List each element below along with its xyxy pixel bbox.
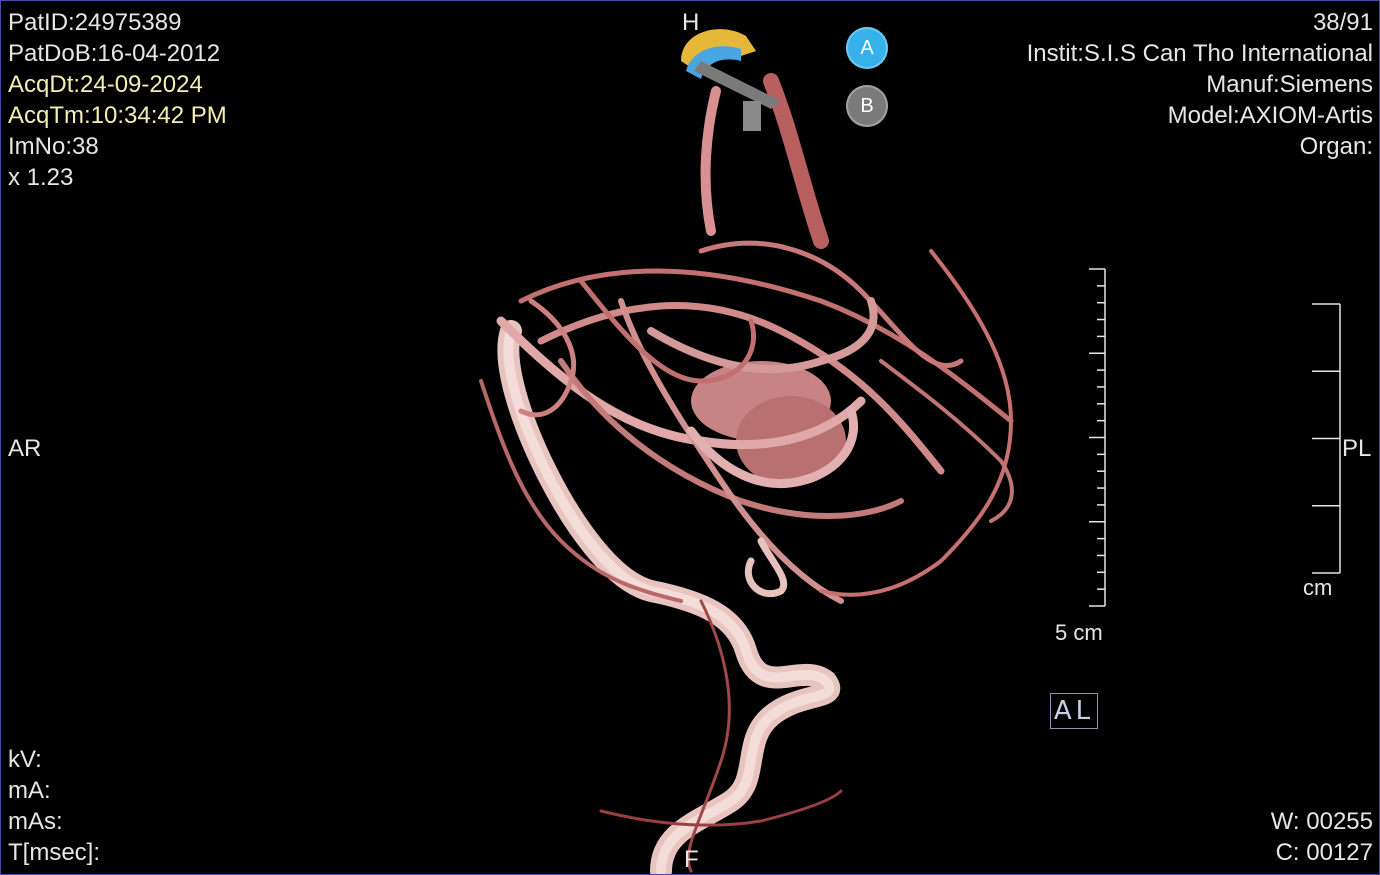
orientation-left-label: AR — [8, 435, 42, 462]
device-info: 38/91 Instit:S.I.S Can Tho International… — [1027, 7, 1373, 162]
window-width: W: 00255 — [1270, 808, 1373, 835]
patient-info: PatID:24975389 PatDoB:16-04-2012 AcqDt:2… — [8, 7, 227, 193]
manufacturer: Manuf:Siemens — [1206, 71, 1373, 98]
orientation-bottom-label: F — [684, 846, 699, 873]
patient-id: PatID:24975389 — [8, 9, 182, 36]
frame-counter: 38/91 — [1312, 9, 1373, 36]
time-value: T[msec]: — [8, 839, 101, 866]
institution: Instit:S.I.S Can Tho International — [1026, 40, 1373, 67]
zoom-factor: x 1.23 — [8, 164, 74, 191]
marker-a-button[interactable]: A — [846, 27, 888, 69]
scale-bar-cm — [1312, 303, 1341, 574]
acquisition-date: AcqDt:24-09-2024 — [8, 71, 203, 98]
acquisition-time: AcqTm:10:34:42 PM — [8, 102, 227, 129]
orientation-right-label: PL — [1342, 435, 1372, 462]
ma-value: mA: — [8, 777, 51, 804]
marker-b-button[interactable]: B — [846, 85, 888, 127]
window-center: C: 00127 — [1275, 839, 1373, 866]
orientation-top-label: H — [682, 9, 700, 36]
angiography-viewport[interactable]: PatID:24975389 PatDoB:16-04-2012 AcqDt:2… — [0, 0, 1380, 875]
window-level-info: W: 00255 C: 00127 — [1271, 806, 1373, 868]
image-number: ImNo:38 — [8, 133, 99, 160]
organ: Organ: — [1299, 133, 1373, 160]
kv-value: kV: — [8, 746, 42, 773]
scale-bar-5cm — [1089, 268, 1106, 607]
scale-left-label: 5 cm — [1055, 620, 1103, 645]
model: Model:AXIOM-Artis — [1167, 102, 1373, 129]
scale-right-label: cm — [1303, 575, 1333, 600]
patient-dob: PatDoB:16-04-2012 — [8, 40, 221, 67]
exposure-info: kV: mA: mAs: T[msec]: — [8, 744, 100, 868]
mas-value: mAs: — [8, 808, 63, 835]
al-indicator[interactable]: AL — [1050, 693, 1098, 729]
